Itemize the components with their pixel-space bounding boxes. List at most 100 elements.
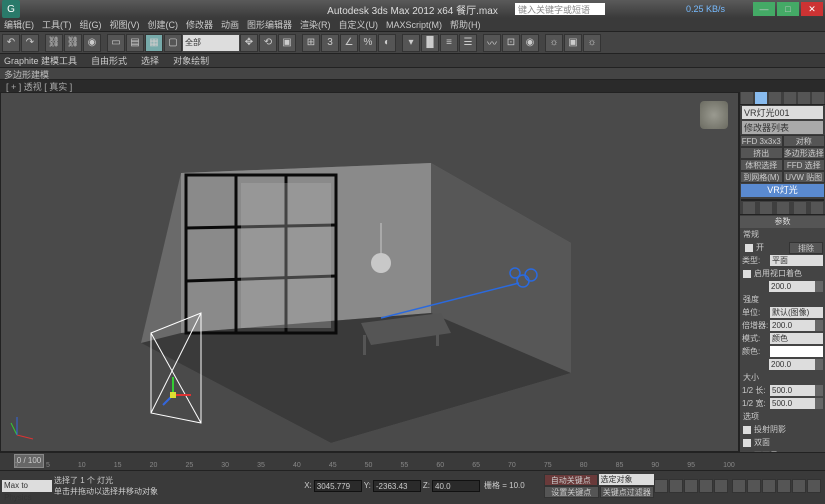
display-tab[interactable] — [798, 92, 810, 104]
half-width-input[interactable]: 500.0 — [770, 398, 815, 409]
remove-mod-button[interactable] — [794, 202, 806, 214]
utilities-tab[interactable] — [812, 92, 824, 104]
menu-graph[interactable]: 图形编辑器 — [247, 18, 292, 31]
window-crossing-button[interactable]: ▢ — [164, 34, 182, 52]
viewport-value[interactable]: 200.0 — [769, 281, 815, 292]
menu-modifiers[interactable]: 修改器 — [186, 18, 213, 31]
rotate-button[interactable]: ⟲ — [259, 34, 277, 52]
zoom-button[interactable] — [747, 479, 761, 493]
scale-button[interactable]: ▣ — [278, 34, 296, 52]
maximize-viewport-button[interactable] — [807, 479, 821, 493]
mod-btn-symmetry[interactable]: 对称 — [783, 135, 825, 147]
select-button[interactable]: ▭ — [107, 34, 125, 52]
create-tab[interactable] — [741, 92, 753, 104]
mode-dropdown[interactable]: 颜色 — [770, 333, 823, 344]
half-length-input[interactable]: 500.0 — [770, 385, 815, 396]
key-filters-button[interactable]: 关键点过滤器 — [600, 486, 655, 498]
set-key-button[interactable]: 设置关键点 — [544, 486, 599, 498]
mod-btn-extrude[interactable]: 挤出 — [740, 147, 783, 159]
unlink-button[interactable]: ⛓ — [64, 34, 82, 52]
modifier-list-dropdown[interactable]: 修改器列表 — [742, 121, 823, 134]
temperature-input[interactable]: 200.0 — [769, 359, 815, 370]
undo-button[interactable]: ↶ — [2, 34, 20, 52]
half-width-spinner[interactable] — [815, 398, 823, 409]
mirror-button[interactable]: ▐▌ — [421, 34, 439, 52]
menu-animation[interactable]: 动画 — [221, 18, 239, 31]
unit-dropdown[interactable]: 默认(图像) — [770, 307, 823, 318]
color-swatch[interactable] — [770, 346, 823, 357]
perspective-viewport[interactable] — [0, 92, 739, 452]
prev-frame-button[interactable] — [669, 479, 683, 493]
auto-key-button[interactable]: 自动关键点 — [544, 474, 598, 486]
viewport-label[interactable]: [ + ] 透视 [ 真实 ] — [0, 80, 825, 92]
orbit-button[interactable] — [777, 479, 791, 493]
exclude-button[interactable]: 排除 — [789, 242, 823, 254]
viewport-spinner[interactable] — [815, 281, 823, 292]
minimize-button[interactable]: — — [753, 2, 775, 16]
mod-btn-uvw[interactable]: UVW 贴图选择 — [783, 171, 825, 183]
multiplier-input[interactable]: 200.0 — [770, 320, 815, 331]
configure-button[interactable] — [811, 202, 823, 214]
zoom-extents-button[interactable] — [762, 479, 776, 493]
material-button[interactable]: ◉ — [521, 34, 539, 52]
next-frame-button[interactable] — [699, 479, 713, 493]
object-name-input[interactable]: VR灯光001 — [742, 106, 823, 119]
menu-maxscript[interactable]: MAXScript(M) — [386, 20, 442, 30]
key-target-dropdown[interactable]: 选定对象 — [599, 474, 655, 485]
show-end-button[interactable] — [760, 202, 772, 214]
modifier-stack-item[interactable]: VR灯光 — [741, 184, 824, 197]
menu-create[interactable]: 创建(C) — [148, 18, 179, 31]
help-search-input[interactable]: 键入关键字或短语 — [515, 3, 605, 15]
mod-btn-tomesh[interactable]: 到网格(M) — [740, 171, 783, 183]
render-button[interactable]: ☼ — [583, 34, 601, 52]
maximize-button[interactable]: □ — [777, 2, 799, 16]
align-button[interactable]: ≡ — [440, 34, 458, 52]
hierarchy-tab[interactable] — [769, 92, 781, 104]
select-name-button[interactable]: ▤ — [126, 34, 144, 52]
ribbon-tab-freeform[interactable]: 自由形式 — [91, 54, 127, 67]
filter-dropdown[interactable]: 全部 — [183, 35, 239, 51]
on-checkbox[interactable] — [745, 244, 753, 252]
menu-view[interactable]: 视图(V) — [110, 18, 140, 31]
snap-button[interactable]: 3 — [321, 34, 339, 52]
ref-coord-button[interactable]: ⊞ — [302, 34, 320, 52]
render-frame-button[interactable]: ▣ — [564, 34, 582, 52]
type-dropdown[interactable]: 平面 — [770, 255, 823, 266]
z-coord-input[interactable]: 40.0 — [432, 480, 480, 492]
spinner-snap-button[interactable]: ◐ — [378, 34, 396, 52]
ribbon-tab-graphite[interactable]: Graphite 建模工具 — [4, 54, 77, 67]
menu-group[interactable]: 组(G) — [80, 18, 102, 31]
render-setup-button[interactable]: ☼ — [545, 34, 563, 52]
angle-snap-button[interactable]: ∠ — [340, 34, 358, 52]
maxscript-listener[interactable]: Max to Physics — [2, 480, 52, 492]
mod-btn-polysel[interactable]: 多边形选择 — [783, 147, 825, 159]
menu-customize[interactable]: 自定义(U) — [339, 18, 379, 31]
named-sel-button[interactable]: ▾ — [402, 34, 420, 52]
goto-start-button[interactable] — [654, 479, 668, 493]
layer-button[interactable]: ☰ — [459, 34, 477, 52]
menu-edit[interactable]: 编辑(E) — [4, 18, 34, 31]
select-region-button[interactable]: ▦ — [145, 34, 163, 52]
fov-button[interactable] — [792, 479, 806, 493]
multiplier-spinner[interactable] — [815, 320, 823, 331]
viewport-shade-checkbox[interactable] — [743, 270, 751, 278]
percent-snap-button[interactable]: % — [359, 34, 377, 52]
cast-shadows-checkbox[interactable] — [743, 426, 751, 434]
motion-tab[interactable] — [784, 92, 796, 104]
temperature-spinner[interactable] — [815, 359, 823, 370]
pan-button[interactable] — [732, 479, 746, 493]
mod-btn-volsel[interactable]: 体积选择 — [740, 159, 783, 171]
menu-help[interactable]: 帮助(H) — [450, 18, 481, 31]
mod-btn-ffd[interactable]: FFD 3x3x3 — [740, 135, 783, 147]
menu-render[interactable]: 渲染(R) — [300, 18, 331, 31]
ribbon-tab-selection[interactable]: 选择 — [141, 54, 159, 67]
time-slider[interactable]: 0 / 100 05101520253035404550556065707580… — [0, 452, 825, 470]
menu-tools[interactable]: 工具(T) — [42, 18, 72, 31]
curve-editor-button[interactable]: 〰 — [483, 34, 501, 52]
mod-btn-ffdsel[interactable]: FFD 选择 — [783, 159, 825, 171]
y-coord-input[interactable]: -2363.43 — [373, 480, 421, 492]
pin-stack-button[interactable] — [743, 202, 755, 214]
schematic-button[interactable]: ⊡ — [502, 34, 520, 52]
close-button[interactable]: ✕ — [801, 2, 823, 16]
x-coord-input[interactable]: 3045.779 — [314, 480, 362, 492]
